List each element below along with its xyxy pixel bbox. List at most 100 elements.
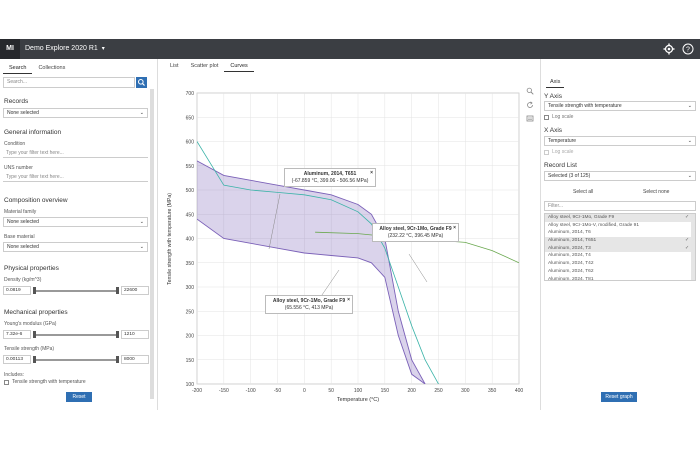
data-label-aluminum-2014: Aluminum, 2014, T651 (-67.859 °C, 399.06… — [284, 168, 376, 187]
density-slider[interactable] — [33, 287, 119, 294]
record-list-value: Selected (3 of 125) — [548, 173, 591, 179]
x-log-checkbox[interactable] — [544, 150, 549, 155]
record-list-item[interactable]: Aluminum, 2024, T81 — [545, 276, 695, 281]
record-list-item[interactable]: Aluminum, 2024, T42 — [545, 260, 695, 268]
material-family-select[interactable]: None selected ⌄ — [3, 217, 148, 227]
select-none-link[interactable]: Select none — [643, 189, 669, 195]
tab-collections[interactable]: Collections — [32, 63, 71, 74]
data-label-coords: (232.22 °C, 396.45 MPa) — [387, 232, 444, 239]
includes-checkbox[interactable] — [4, 380, 9, 385]
help-icon[interactable]: ? — [682, 43, 694, 55]
uns-filter[interactable]: Type your filter text here... — [3, 172, 148, 182]
reset-button[interactable]: Reset — [66, 392, 92, 402]
record-filter-input[interactable]: Filter... — [544, 201, 696, 211]
y-log-checkbox[interactable] — [544, 115, 549, 120]
x-tick-label: 200 — [407, 388, 416, 394]
section-mechanical: Mechanical properties — [4, 309, 68, 316]
curves-chart[interactable]: -200 -150 -100 -50 0 50 100 150 200 250 300 350 400 … — [159, 59, 539, 410]
youngs-max-handle[interactable] — [116, 331, 119, 338]
y-tick-label: 350 — [186, 261, 195, 267]
record-name: Aluminum, 2024, T42 — [548, 261, 594, 267]
tensile-min-input[interactable]: 0.00113 — [3, 355, 31, 364]
record-list-item[interactable]: Aluminum, 2024, T62 — [545, 268, 695, 276]
x-tick-label: -50 — [274, 388, 281, 394]
density-min-input[interactable]: 0.0819 — [3, 286, 31, 295]
density-min-handle[interactable] — [33, 287, 36, 294]
record-name: Alloy steel, 9Cr-1Mo, Grade F9 — [548, 215, 615, 220]
record-list-item[interactable]: Aluminum, 2014, T651 ✓ — [545, 237, 695, 245]
record-list-item[interactable]: Aluminum, 2024, T4 — [545, 252, 695, 260]
youngs-min-input[interactable]: 7.32e-6 — [3, 330, 31, 339]
chevron-down-icon: ▾ — [101, 46, 105, 52]
close-icon[interactable]: × — [370, 170, 373, 177]
tensile-label: Tensile strength (MPa) — [4, 346, 55, 352]
close-icon[interactable]: × — [347, 297, 350, 304]
youngs-min-handle[interactable] — [33, 331, 36, 338]
y-axis-value: Tensile strength with temperature — [548, 103, 622, 109]
search-button[interactable] — [136, 77, 147, 88]
export-icon[interactable] — [526, 114, 534, 122]
y-axis-select[interactable]: Tensile strength with temperature ⌄ — [544, 101, 696, 111]
database-selector[interactable]: Demo Explore 2020 R1 ▾ — [25, 39, 105, 59]
tensile-max-handle[interactable] — [116, 356, 119, 363]
record-list-title: Record List — [544, 162, 577, 169]
record-name: Aluminum, 2024, T4 — [548, 253, 591, 259]
x-tick-label: 150 — [381, 388, 390, 394]
density-max-input[interactable]: 22600 — [121, 286, 149, 295]
close-icon[interactable]: × — [453, 225, 456, 232]
chevron-down-icon: ⌄ — [139, 110, 144, 116]
includes-item-label: Tensile strength with temperature — [12, 379, 86, 385]
records-select[interactable]: None selected ⌄ — [3, 108, 148, 118]
record-list-item[interactable]: Alloy steel, 9Cr-1Mo-V, modified, Grade … — [545, 222, 695, 230]
zoom-icon[interactable] — [526, 87, 534, 95]
axis-panel: Axis Y Axis Tensile strength with temper… — [540, 59, 700, 410]
y-tick-label: 250 — [186, 309, 195, 315]
y-tick-label: 500 — [186, 188, 195, 194]
tab-search[interactable]: Search — [3, 63, 33, 74]
gear-icon[interactable] — [663, 43, 675, 55]
left-scrollbar[interactable] — [150, 89, 154, 399]
data-label-alloy-steel-2: Alloy steel, 9Cr-1Mo, Grade F9 (65.556 °… — [265, 295, 353, 314]
records-select-value: None selected — [7, 110, 39, 116]
y-tick-label: 200 — [186, 334, 195, 340]
record-list-item[interactable]: Aluminum, 2014, T6 — [545, 229, 695, 237]
youngs-slider[interactable] — [33, 331, 119, 338]
x-tick-label: 0 — [303, 388, 306, 394]
x-tick-label: -200 — [192, 388, 202, 394]
condition-filter[interactable]: Type your filter text here... — [3, 148, 148, 158]
data-label-coords: (-67.859 °C, 399.06 - 506.56 MPa) — [291, 177, 369, 184]
tensile-slider[interactable] — [33, 356, 119, 363]
chevron-down-icon: ⌄ — [139, 219, 144, 225]
reset-graph-button[interactable]: Reset graph — [601, 392, 637, 402]
record-name: Aluminum, 2024, T62 — [548, 268, 594, 274]
chevron-down-icon: ⌄ — [687, 138, 692, 144]
record-list-item[interactable]: Alloy steel, 9Cr-1Mo, Grade F9 ✓ — [545, 214, 695, 222]
x-tick-label: 250 — [434, 388, 443, 394]
record-list: Alloy steel, 9Cr-1Mo, Grade F9 ✓ Alloy ste… — [544, 213, 696, 281]
base-material-select[interactable]: None selected ⌄ — [3, 242, 148, 252]
x-tick-label: 400 — [515, 388, 524, 394]
search-input[interactable]: Search... — [3, 77, 135, 88]
tensile-max-input[interactable]: 8000 — [121, 355, 149, 364]
x-tick-label: -150 — [219, 388, 229, 394]
tensile-min-handle[interactable] — [33, 356, 36, 363]
tab-axis[interactable]: Axis — [546, 77, 565, 88]
chevron-down-icon: ⌄ — [687, 103, 692, 109]
condition-label: Condition — [4, 141, 26, 147]
refresh-icon[interactable] — [526, 101, 534, 109]
svg-text:?: ? — [686, 47, 690, 54]
select-all-link[interactable]: Select all — [573, 189, 593, 195]
density-max-handle[interactable] — [116, 287, 119, 294]
x-log-label: Log scale — [552, 149, 574, 155]
app-window: MI Demo Explore 2020 R1 ▾ ? Search Collec… — [0, 39, 700, 410]
check-icon: ✓ — [684, 215, 689, 220]
record-list-scrollbar[interactable] — [691, 214, 695, 280]
record-list-select[interactable]: Selected (3 of 125) ⌄ — [544, 171, 696, 181]
section-records: Records — [4, 98, 29, 105]
density-label: Density (kg/m^3) — [4, 277, 42, 283]
youngs-max-input[interactable]: 1210 — [121, 330, 149, 339]
check-icon: ✓ — [684, 245, 689, 251]
x-tick-label: -100 — [246, 388, 256, 394]
record-list-item[interactable]: Aluminum, 2024, T3 ✓ — [545, 244, 695, 253]
x-axis-select[interactable]: Temperature ⌄ — [544, 136, 696, 146]
